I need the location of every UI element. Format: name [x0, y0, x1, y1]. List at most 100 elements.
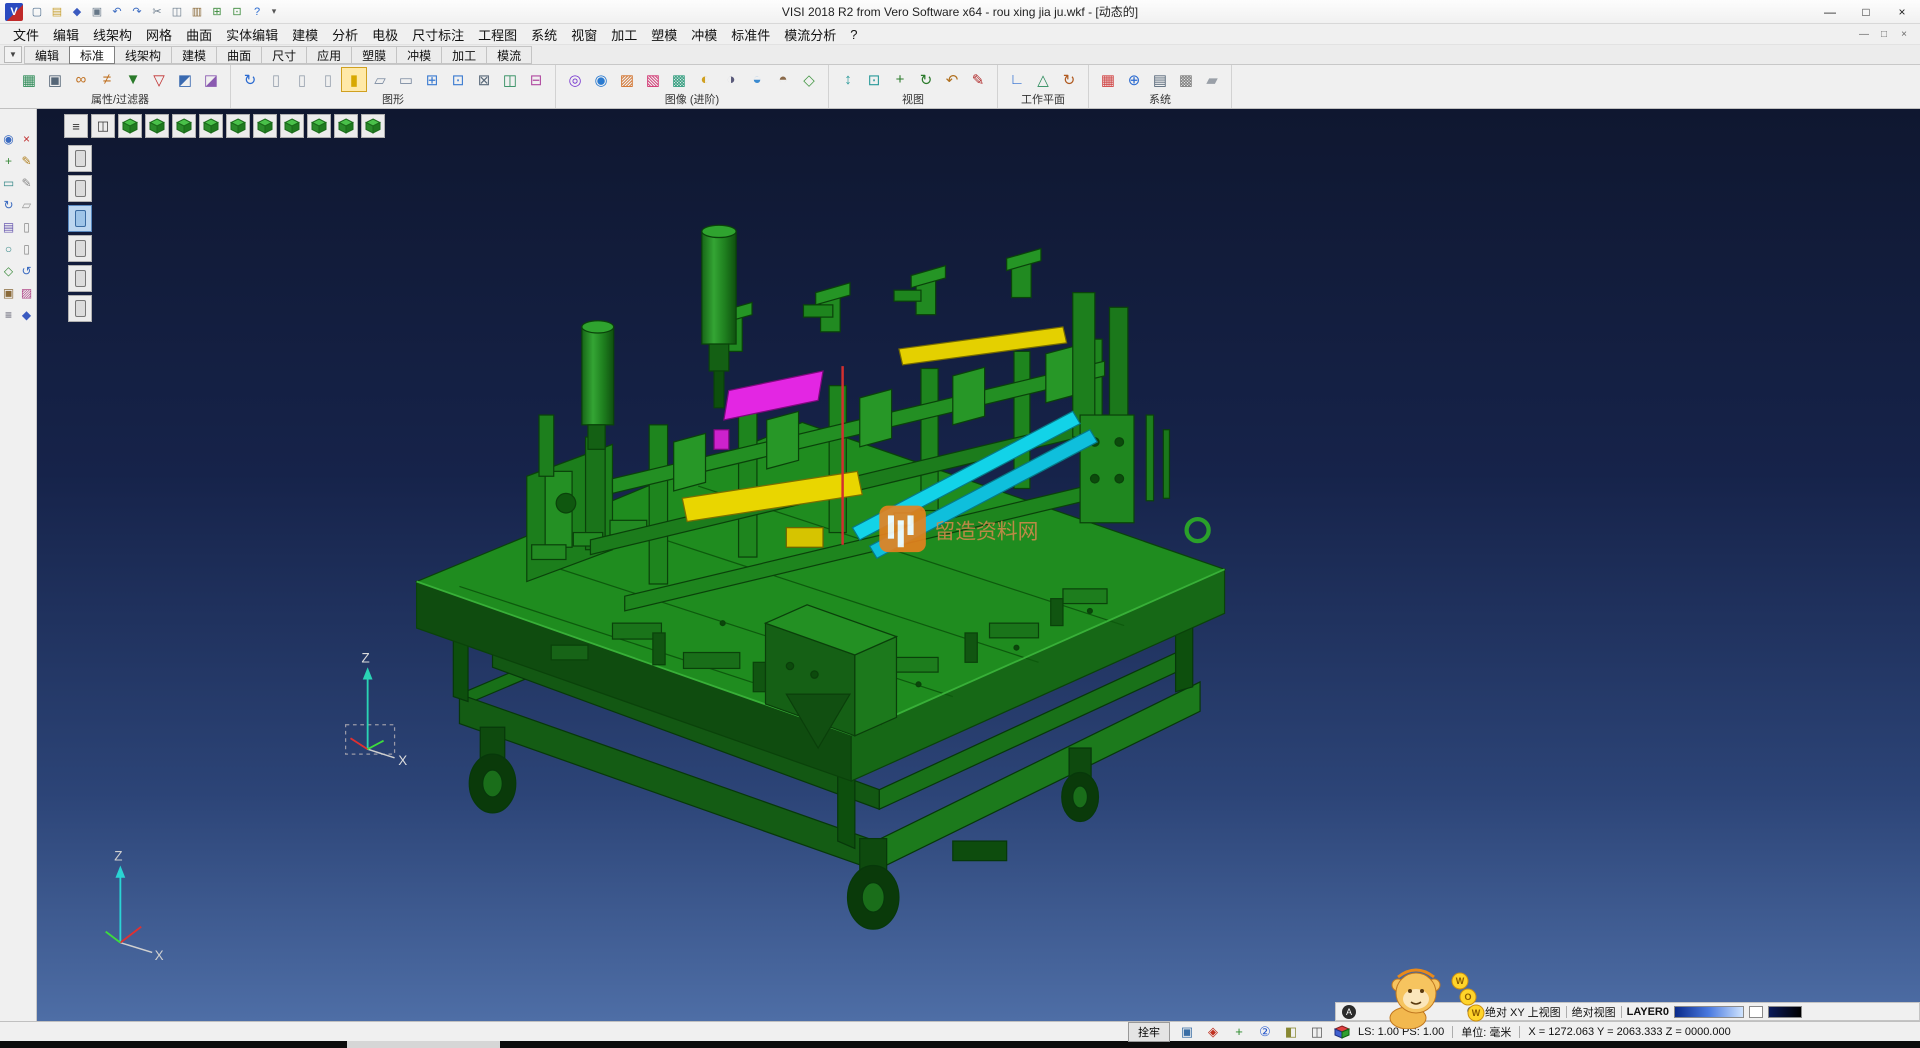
- info-2-icon[interactable]: ②: [1256, 1024, 1274, 1040]
- panes-icon[interactable]: ◫: [1308, 1024, 1326, 1040]
- color-swatch-white[interactable]: [1749, 1006, 1763, 1018]
- child-close-button[interactable]: ×: [1896, 29, 1912, 40]
- menu-item[interactable]: 电极: [365, 24, 405, 44]
- rotate-icon[interactable]: ↻: [1, 197, 17, 213]
- workplane-slot-1[interactable]: [68, 145, 92, 172]
- wireframe-view-icon[interactable]: ▱: [367, 67, 393, 92]
- draw-icon[interactable]: ✎: [19, 175, 35, 191]
- workplane-align-icon[interactable]: △: [1030, 67, 1056, 92]
- view-panes-button[interactable]: ◫: [91, 114, 115, 138]
- menu-item[interactable]: 标准件: [724, 24, 777, 44]
- link-icon[interactable]: ∞: [68, 67, 94, 92]
- workplane-slot-5[interactable]: [68, 265, 92, 292]
- tab[interactable]: 塑膜: [351, 46, 397, 64]
- cut-icon[interactable]: ✂: [148, 3, 166, 21]
- machine-cylinders[interactable]: [582, 225, 736, 449]
- cad-model[interactable]: Z X Z X: [37, 109, 1920, 1021]
- view-top-button[interactable]: [145, 114, 169, 138]
- grid-toggle-icon[interactable]: ⊞: [208, 3, 226, 21]
- view-iso-ne-button[interactable]: [307, 114, 331, 138]
- quick-access-dropdown-icon[interactable]: ▾: [268, 6, 280, 17]
- tab[interactable]: 尺寸: [261, 46, 307, 64]
- shadow-icon[interactable]: ◑: [718, 67, 744, 92]
- active-layer-label[interactable]: LAYER0: [1627, 1006, 1669, 1018]
- quick-filter-icon[interactable]: ◩: [172, 67, 198, 92]
- previous-view-icon[interactable]: ↶: [939, 67, 965, 92]
- print-icon[interactable]: ▣: [88, 3, 106, 21]
- workplane-slot-3[interactable]: [68, 205, 92, 232]
- filter-add-icon[interactable]: ▼: [120, 67, 146, 92]
- palette-tool-icon[interactable]: ▨: [19, 285, 35, 301]
- sheet-icon[interactable]: ▯: [19, 219, 35, 235]
- tab[interactable]: 应用: [306, 46, 352, 64]
- workplane-rotate-icon[interactable]: ↻: [1056, 67, 1082, 92]
- menu-item[interactable]: 曲面: [179, 24, 219, 44]
- view-back-button[interactable]: [253, 114, 277, 138]
- move-icon[interactable]: +: [1, 153, 17, 169]
- refresh-icon[interactable]: ↻: [237, 67, 263, 92]
- absolute-view-label[interactable]: 绝对 XY 上视图: [1485, 1004, 1561, 1020]
- unlink-icon[interactable]: ≠: [94, 67, 120, 92]
- page-icon[interactable]: ▯: [19, 241, 35, 257]
- snap-toggle-icon[interactable]: ⊡: [228, 3, 246, 21]
- history-icon[interactable]: ↺: [19, 263, 35, 279]
- menu-item[interactable]: 视窗: [564, 24, 604, 44]
- paste-icon[interactable]: ▥: [188, 3, 206, 21]
- child-minimize-button[interactable]: —: [1856, 29, 1872, 40]
- child-restore-button[interactable]: □: [1876, 29, 1892, 40]
- menu-item[interactable]: 工程图: [471, 24, 524, 44]
- view-left-button[interactable]: [226, 114, 250, 138]
- dynamic-view-icon[interactable]: ◉: [588, 67, 614, 92]
- grid-snap-icon[interactable]: ⊡: [445, 67, 471, 92]
- palette-icon[interactable]: ▨: [614, 67, 640, 92]
- close-button[interactable]: ×: [1884, 0, 1920, 23]
- box-tool-icon[interactable]: ▣: [1, 285, 17, 301]
- rotate-view-icon[interactable]: ↻: [913, 67, 939, 92]
- box-select-icon[interactable]: ⊠: [471, 67, 497, 92]
- tab[interactable]: 建模: [171, 46, 217, 64]
- levels-icon[interactable]: ≡: [1, 307, 17, 323]
- menu-item[interactable]: ?: [843, 24, 864, 44]
- rainbow-shading-icon[interactable]: ▧: [640, 67, 666, 92]
- selection-filter-icon[interactable]: ◪: [198, 67, 224, 92]
- view-mode-label[interactable]: 绝对视图: [1572, 1004, 1616, 1020]
- save-icon[interactable]: ◆: [68, 3, 86, 21]
- pan-icon[interactable]: +: [887, 67, 913, 92]
- view-list-button[interactable]: ≡: [64, 114, 88, 138]
- view-front-button[interactable]: [172, 114, 196, 138]
- hidden-line-icon[interactable]: ▭: [393, 67, 419, 92]
- tab-dropdown-icon[interactable]: ▼: [4, 46, 22, 63]
- layer-box-icon[interactable]: ◫: [497, 67, 523, 92]
- color-grid-icon[interactable]: ▦: [1095, 67, 1121, 92]
- tab[interactable]: 加工: [441, 46, 487, 64]
- view-pane-3-icon[interactable]: ▯: [315, 67, 341, 92]
- transparency-icon[interactable]: ◒: [744, 67, 770, 92]
- menu-item[interactable]: 编辑: [46, 24, 86, 44]
- save-copy-icon[interactable]: ◆: [19, 307, 35, 323]
- menu-item[interactable]: 塑模: [644, 24, 684, 44]
- workplane-slot-6[interactable]: [68, 295, 92, 322]
- redraw-icon[interactable]: ◈: [1204, 1024, 1222, 1040]
- menu-item[interactable]: 文件: [6, 24, 46, 44]
- menu-item[interactable]: 实体编辑: [219, 24, 285, 44]
- menu-item[interactable]: 尺寸标注: [405, 24, 471, 44]
- zoom-all-icon[interactable]: ↕: [835, 67, 861, 92]
- tab[interactable]: 标准: [69, 46, 115, 64]
- torus-icon[interactable]: ○: [1, 241, 17, 257]
- help-icon[interactable]: ?: [248, 3, 266, 21]
- edit-icon[interactable]: ✎: [19, 153, 35, 169]
- cube-tool-icon[interactable]: ◇: [1, 263, 17, 279]
- tab[interactable]: 冲模: [396, 46, 442, 64]
- copy-icon[interactable]: ◫: [168, 3, 186, 21]
- printer-icon[interactable]: ▣: [42, 67, 68, 92]
- environment-icon[interactable]: ◇: [796, 67, 822, 92]
- tab[interactable]: 模流: [486, 46, 532, 64]
- menu-item[interactable]: 分析: [325, 24, 365, 44]
- tab[interactable]: 曲面: [216, 46, 262, 64]
- menu-item[interactable]: 冲模: [684, 24, 724, 44]
- cylinder-icon[interactable]: ▭: [1, 175, 17, 191]
- color-swatch-blue[interactable]: [1768, 1006, 1802, 1018]
- view-pane-1-icon[interactable]: ▯: [263, 67, 289, 92]
- stereo-glasses-icon[interactable]: ◎: [562, 67, 588, 92]
- view-right-button[interactable]: [199, 114, 223, 138]
